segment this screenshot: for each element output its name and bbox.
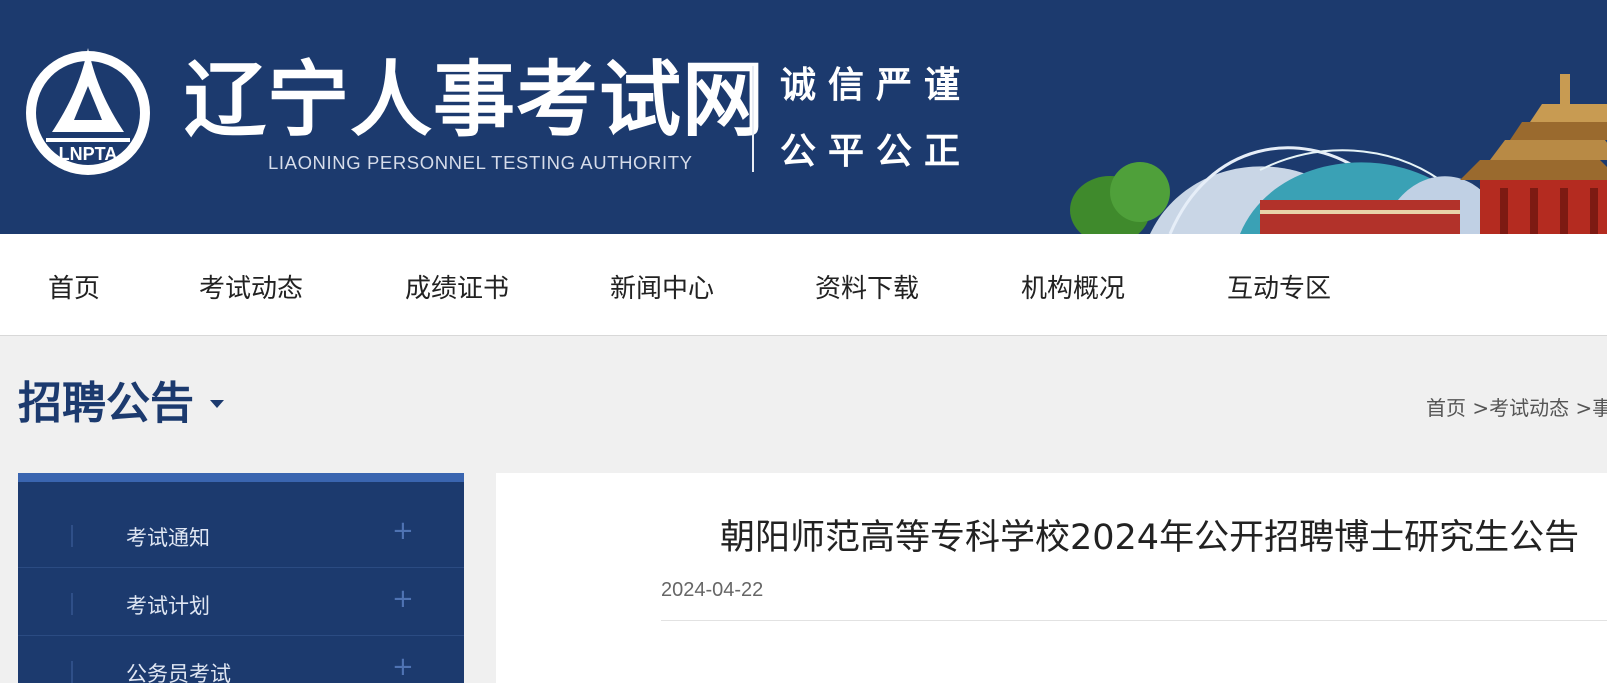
site-title[interactable]: 辽宁人事考试网	[184, 56, 765, 146]
breadcrumb-exam-news[interactable]: >考试动态	[1472, 396, 1569, 420]
sidebar-item-marker	[71, 661, 73, 683]
breadcrumb-home[interactable]: 首页	[1426, 396, 1466, 420]
logo-text: LNPTA	[59, 144, 118, 164]
nav-item-news-center[interactable]: 新闻中心	[610, 268, 714, 305]
sidebar-item-label: 公务员考试	[126, 662, 231, 683]
nav-item-about[interactable]: 机构概况	[1021, 268, 1125, 305]
site-subtitle: LIAONING PERSONNEL TESTING AUTHORITY	[268, 152, 693, 173]
sidebar-item-label: 考试通知	[126, 526, 210, 550]
header-divider	[752, 66, 754, 172]
sidebar-item-label: 考试计划	[126, 594, 210, 618]
breadcrumb: 首页 >考试动态 >事	[1426, 392, 1607, 421]
section-title[interactable]: 招聘公告	[18, 376, 194, 432]
plus-icon[interactable]: +	[392, 516, 414, 546]
main-nav: 首页 考试动态 成绩证书 新闻中心 资料下载 机构概况 互动专区	[0, 234, 1607, 336]
nav-item-interaction[interactable]: 互动专区	[1227, 268, 1331, 305]
sidebar-item-exam-notice[interactable]: 考试通知 +	[18, 500, 464, 568]
article-divider	[661, 620, 1607, 621]
nav-item-scores-certificates[interactable]: 成绩证书	[405, 268, 509, 305]
breadcrumb-current[interactable]: >事	[1575, 396, 1607, 420]
lnpta-logo-icon[interactable]: LNPTA	[22, 42, 154, 180]
article-date: 2024-04-22	[661, 579, 764, 601]
article-title: 朝阳师范高等专科学校2024年公开招聘博士研究生公告	[720, 518, 1580, 558]
sidebar-item-marker	[71, 525, 73, 547]
landmark-illustration-icon	[1070, 74, 1607, 234]
sidebar-item-exam-plan[interactable]: 考试计划 +	[18, 568, 464, 636]
motto-line-1: 诚信严谨	[780, 65, 973, 106]
nav-item-home[interactable]: 首页	[48, 268, 100, 305]
nav-item-downloads[interactable]: 资料下载	[815, 268, 919, 305]
plus-icon[interactable]: +	[392, 652, 414, 682]
motto-line-2: 公平公正	[780, 131, 973, 172]
sidebar-item-marker	[71, 593, 73, 615]
plus-icon[interactable]: +	[392, 584, 414, 614]
article-panel: 朝阳师范高等专科学校2024年公开招聘博士研究生公告 2024-04-22	[496, 473, 1607, 683]
caret-down-icon[interactable]	[210, 400, 224, 408]
sidebar-menu: 考试通知 + 考试计划 + 公务员考试 +	[18, 473, 464, 683]
nav-item-exam-news[interactable]: 考试动态	[199, 268, 303, 305]
sidebar-item-civil-service-exam[interactable]: 公务员考试 +	[18, 636, 464, 683]
site-header: LNPTA 辽宁人事考试网 LIAONING PERSONNEL TESTING…	[0, 0, 1607, 234]
